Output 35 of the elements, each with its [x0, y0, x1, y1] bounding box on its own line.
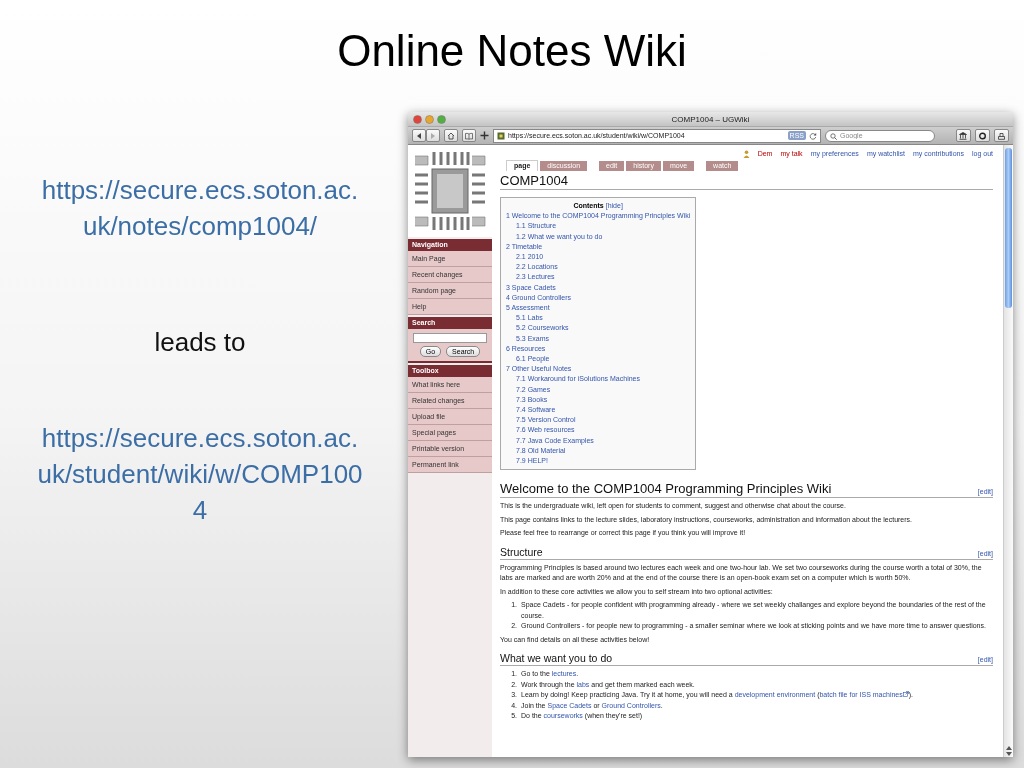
reload-icon[interactable] [809, 131, 817, 140]
scroll-up-icon[interactable] [1004, 745, 1013, 751]
close-icon[interactable] [413, 114, 422, 124]
ring-icon [978, 131, 987, 140]
home-icon [447, 131, 455, 140]
tray-button[interactable] [994, 129, 1009, 142]
scroll-thumb[interactable] [1005, 148, 1012, 308]
external-link-icon [902, 691, 909, 698]
scroll-down-icon[interactable] [1004, 751, 1013, 757]
back-button[interactable] [412, 129, 426, 142]
url-text: https://secure.ecs.soton.ac.uk/notes/comp1004/ [40, 174, 360, 243]
section-heading: Structure [500, 544, 543, 559]
caption-text: leads to [154, 326, 246, 359]
bookmarks-button[interactable] [462, 129, 476, 142]
site-icon [497, 131, 505, 140]
add-icon[interactable] [480, 131, 489, 140]
ring-button[interactable] [975, 129, 990, 142]
back-icon [415, 131, 423, 140]
section-heading: What we want you to do [500, 651, 613, 666]
person-icon [742, 149, 750, 158]
library-icon [959, 131, 968, 140]
tray-icon [997, 131, 1006, 140]
forward-icon [429, 131, 437, 140]
url-text: https://secure.ecs.soton.ac.uk/student/wiki/w/COMP1004 [36, 422, 364, 527]
home-button[interactable] [444, 129, 458, 142]
scrollbar[interactable] [1003, 145, 1013, 757]
library-button[interactable] [956, 129, 971, 142]
window-title: COMP1004 – UGWiki [670, 114, 751, 124]
sidebar-search-field[interactable] [413, 333, 487, 343]
search-icon [830, 132, 837, 140]
section-heading: Welcome to the COMP1004 Programming Principles Wiki [500, 480, 832, 498]
page-title: COMP1004 [500, 172, 993, 190]
slide-title: Online Notes Wiki [336, 25, 688, 77]
zoom-icon[interactable] [437, 114, 446, 124]
bookmarks-icon [465, 131, 473, 140]
